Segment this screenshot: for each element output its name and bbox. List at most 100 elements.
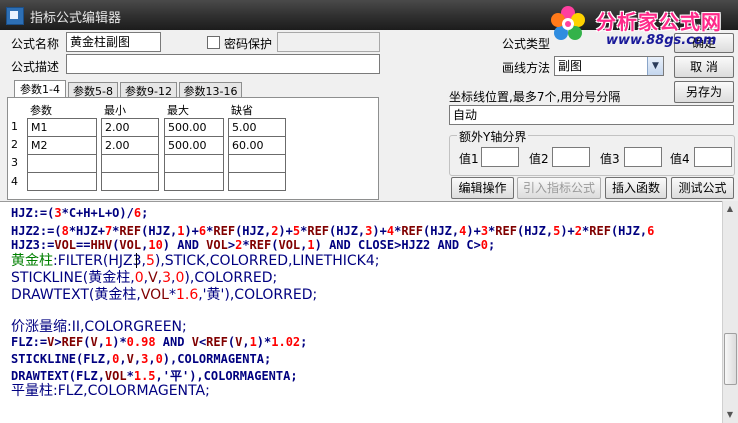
code-token: *: [242, 238, 250, 252]
code-token: HJZ:=(: [11, 206, 55, 220]
vertical-scrollbar[interactable]: [722, 201, 738, 423]
param-name-input[interactable]: [27, 154, 97, 173]
code-line: 黄金柱:FILTER(HJZ3,5),STICK,COLORRED,LINETH…: [11, 252, 379, 270]
code-token: VOL: [119, 238, 142, 252]
code-token: VOL: [54, 238, 77, 252]
code-token: STICKLINE: [11, 270, 83, 286]
save-as-button[interactable]: 另存为: [674, 81, 734, 103]
window-title: 指标公式编辑器: [30, 11, 122, 26]
formula-name-input[interactable]: 黄金柱副图: [66, 32, 161, 52]
name-label: 公式名称: [11, 37, 60, 51]
code-token: 2: [574, 224, 583, 238]
value-2-input[interactable]: [552, 147, 590, 167]
code-token: V: [148, 270, 158, 286]
code-token: VOL: [206, 238, 228, 252]
param-max-input[interactable]: [164, 154, 224, 173]
test-formula-button[interactable]: 测试公式: [671, 177, 734, 199]
desc-label: 公式描述: [11, 60, 60, 74]
code-token: 黄金柱: [11, 253, 53, 269]
code-token: V: [90, 335, 98, 349]
param-header-name: 参数: [30, 104, 52, 117]
param-max-input[interactable]: 500.00: [164, 118, 224, 137]
scrollbar-thumb[interactable]: [724, 333, 737, 385]
code-token: 1.02: [271, 335, 301, 349]
code-token: 0.98: [126, 335, 156, 349]
import-formula-button[interactable]: 引入指标公式: [517, 177, 601, 199]
formula-desc-input[interactable]: [66, 54, 380, 74]
code-token: ,: [242, 335, 250, 349]
code-token: FLZ:=: [11, 335, 48, 349]
code-token: 0: [134, 270, 144, 286]
code-token: 1: [249, 335, 257, 349]
param-header-default: 缺省: [231, 104, 253, 117]
code-token: (FLZ,: [76, 352, 113, 366]
param-name-input[interactable]: [27, 172, 97, 191]
scroll-down-icon[interactable]: ▼: [724, 409, 736, 421]
code-token: DRAWTEXT: [11, 369, 69, 383]
code-token: ==: [76, 238, 91, 252]
code-token: ,: [148, 352, 156, 366]
code-token: V: [191, 335, 199, 349]
code-token: (HJZ,: [516, 224, 554, 238]
value-1-label: 值1: [459, 152, 479, 166]
param-min-input[interactable]: [101, 154, 159, 173]
param-name-input[interactable]: M1: [27, 118, 97, 137]
scroll-up-icon[interactable]: ▲: [724, 203, 736, 215]
axis-position-input[interactable]: 自动: [449, 105, 734, 125]
value-3-label: 值3: [600, 152, 620, 166]
value-3-input[interactable]: [624, 147, 662, 167]
code-token: AND: [155, 335, 192, 349]
code-token: 0: [480, 238, 489, 252]
code-token: ),STICK,COLORRED,LINETHICK4;: [154, 253, 380, 269]
value-1-input[interactable]: [481, 147, 519, 167]
password-label: 密码保护: [224, 37, 273, 51]
param-default-input[interactable]: [228, 154, 286, 173]
code-token: :FLZ,COLORMAGENTA;: [53, 383, 210, 399]
code-token: 6: [133, 206, 142, 220]
param-min-input[interactable]: 2.00: [101, 136, 159, 155]
param-max-input[interactable]: 500.00: [164, 136, 224, 155]
code-token: >: [54, 335, 62, 349]
code-token: )+: [560, 224, 575, 238]
code-token: ,: [133, 352, 142, 366]
param-default-input[interactable]: [228, 172, 286, 191]
code-token: 10: [148, 238, 163, 252]
code-token: 5: [145, 253, 155, 269]
code-token: *C+H+L+O)/: [61, 206, 134, 220]
cancel-button[interactable]: 取 消: [674, 56, 734, 78]
code-token: REF: [589, 224, 611, 238]
code-token: VOL: [278, 238, 301, 252]
code-editor[interactable]: HJZ:=(3*C+H+L+O)/6; HJZ2:=(8*HJZ+7*REF(HJ…: [0, 201, 722, 423]
code-token: 1.5: [133, 369, 156, 383]
axis-position-label: 坐标线位置,最多7个,用分号分隔: [449, 90, 621, 104]
code-token: ) AND CLOSE>HJZ2 AND C>: [314, 238, 481, 252]
code-line: DRAWTEXT(黄金柱,VOL*1.6,'黄'),COLORRED;: [11, 286, 317, 304]
code-token: ;: [141, 206, 149, 220]
code-token: ,'黄'),COLORRED;: [198, 287, 318, 303]
code-token: ;: [488, 238, 496, 252]
code-token: ;: [300, 335, 308, 349]
code-token: DRAWTEXT: [11, 287, 89, 303]
code-token: 3: [54, 206, 62, 220]
insert-function-button[interactable]: 插入函数: [605, 177, 667, 199]
param-default-input[interactable]: 5.00: [228, 118, 286, 137]
code-token: REF: [206, 335, 228, 349]
param-name-input[interactable]: M2: [27, 136, 97, 155]
code-token: ),COLORMAGENTA;: [162, 352, 272, 366]
param-min-input[interactable]: [101, 172, 159, 191]
chevron-down-icon[interactable]: ▼: [647, 57, 663, 75]
param-header-max: 最大: [167, 104, 189, 117]
edit-ops-button[interactable]: 编辑操作: [451, 177, 514, 199]
param-default-input[interactable]: 60.00: [228, 136, 286, 155]
param-max-input[interactable]: [164, 172, 224, 191]
password-input[interactable]: [277, 32, 380, 52]
param-min-input[interactable]: 2.00: [101, 118, 159, 137]
value-4-input[interactable]: [694, 147, 732, 167]
password-checkbox[interactable]: [207, 36, 220, 49]
code-token: :FILTER(HJZ3,: [53, 253, 146, 269]
extra-y-axis-title: 额外Y轴分界: [457, 128, 529, 145]
code-token: 6: [647, 224, 655, 238]
code-token: *: [168, 287, 176, 303]
code-token: (HJZ,: [610, 224, 648, 238]
code-token: *: [126, 369, 134, 383]
